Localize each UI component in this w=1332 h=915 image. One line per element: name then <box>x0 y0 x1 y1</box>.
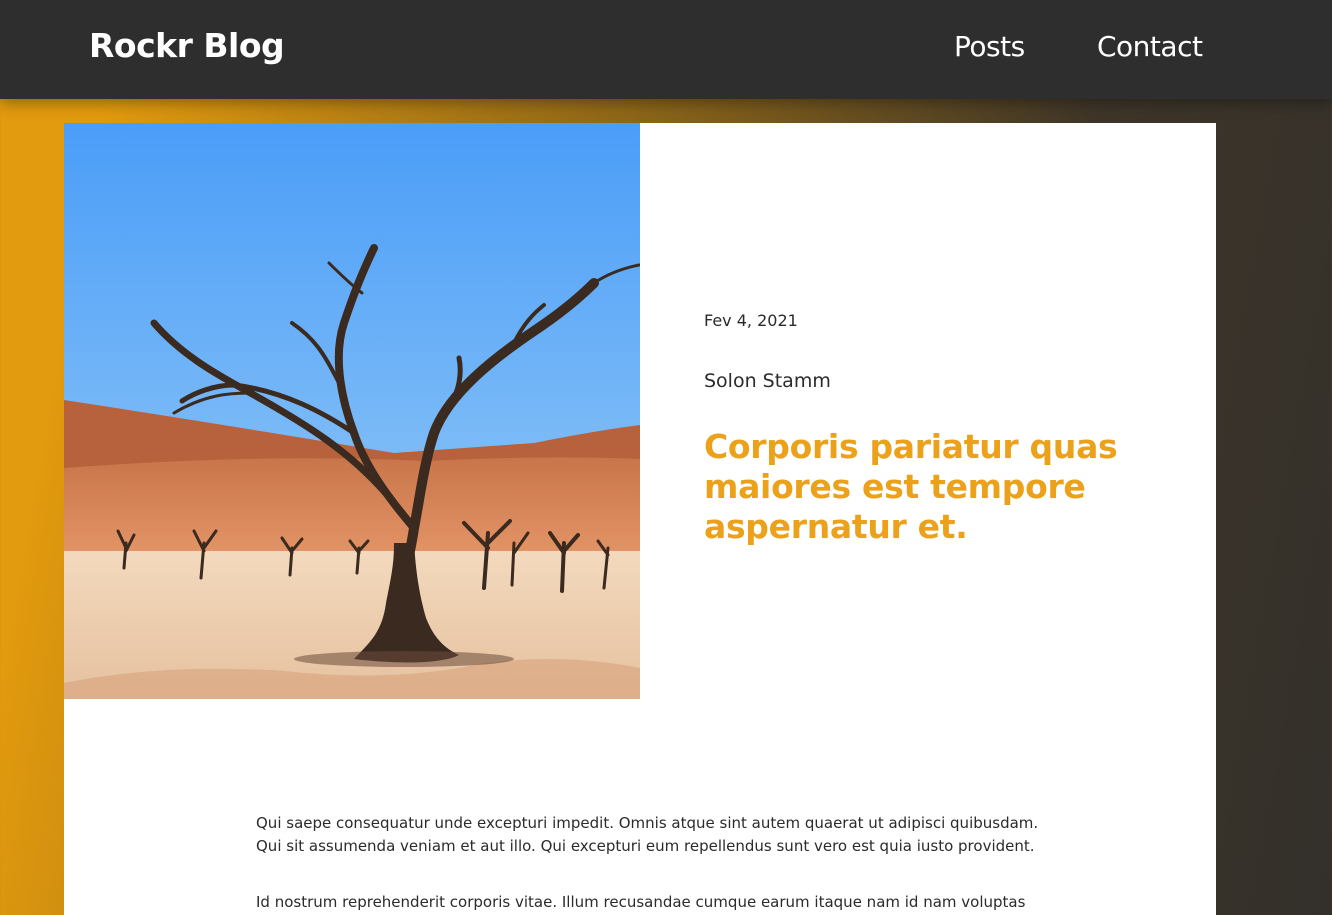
post-author: Solon Stamm <box>704 370 831 392</box>
post-card: Fev 4, 2021 Solon Stamm Corporis pariatu… <box>64 123 1216 915</box>
post-paragraph: Qui saepe consequatur unde excepturi imp… <box>256 814 1039 855</box>
post-body: Qui saepe consequatur unde excepturi imp… <box>256 812 1056 915</box>
top-navbar: Rockr Blog Posts Contact <box>0 0 1332 99</box>
post-paragraph: Id nostrum reprehenderit corporis vitae.… <box>256 893 1026 911</box>
post-title: Corporis pariatur quas maiores est tempo… <box>704 427 1118 546</box>
nav-link-posts[interactable]: Posts <box>954 30 1025 63</box>
nav-link-contact[interactable]: Contact <box>1097 30 1203 63</box>
post-hero-image <box>64 123 640 699</box>
brand-logo-link[interactable]: Rockr Blog <box>89 26 285 65</box>
post-date: Fev 4, 2021 <box>704 311 798 330</box>
